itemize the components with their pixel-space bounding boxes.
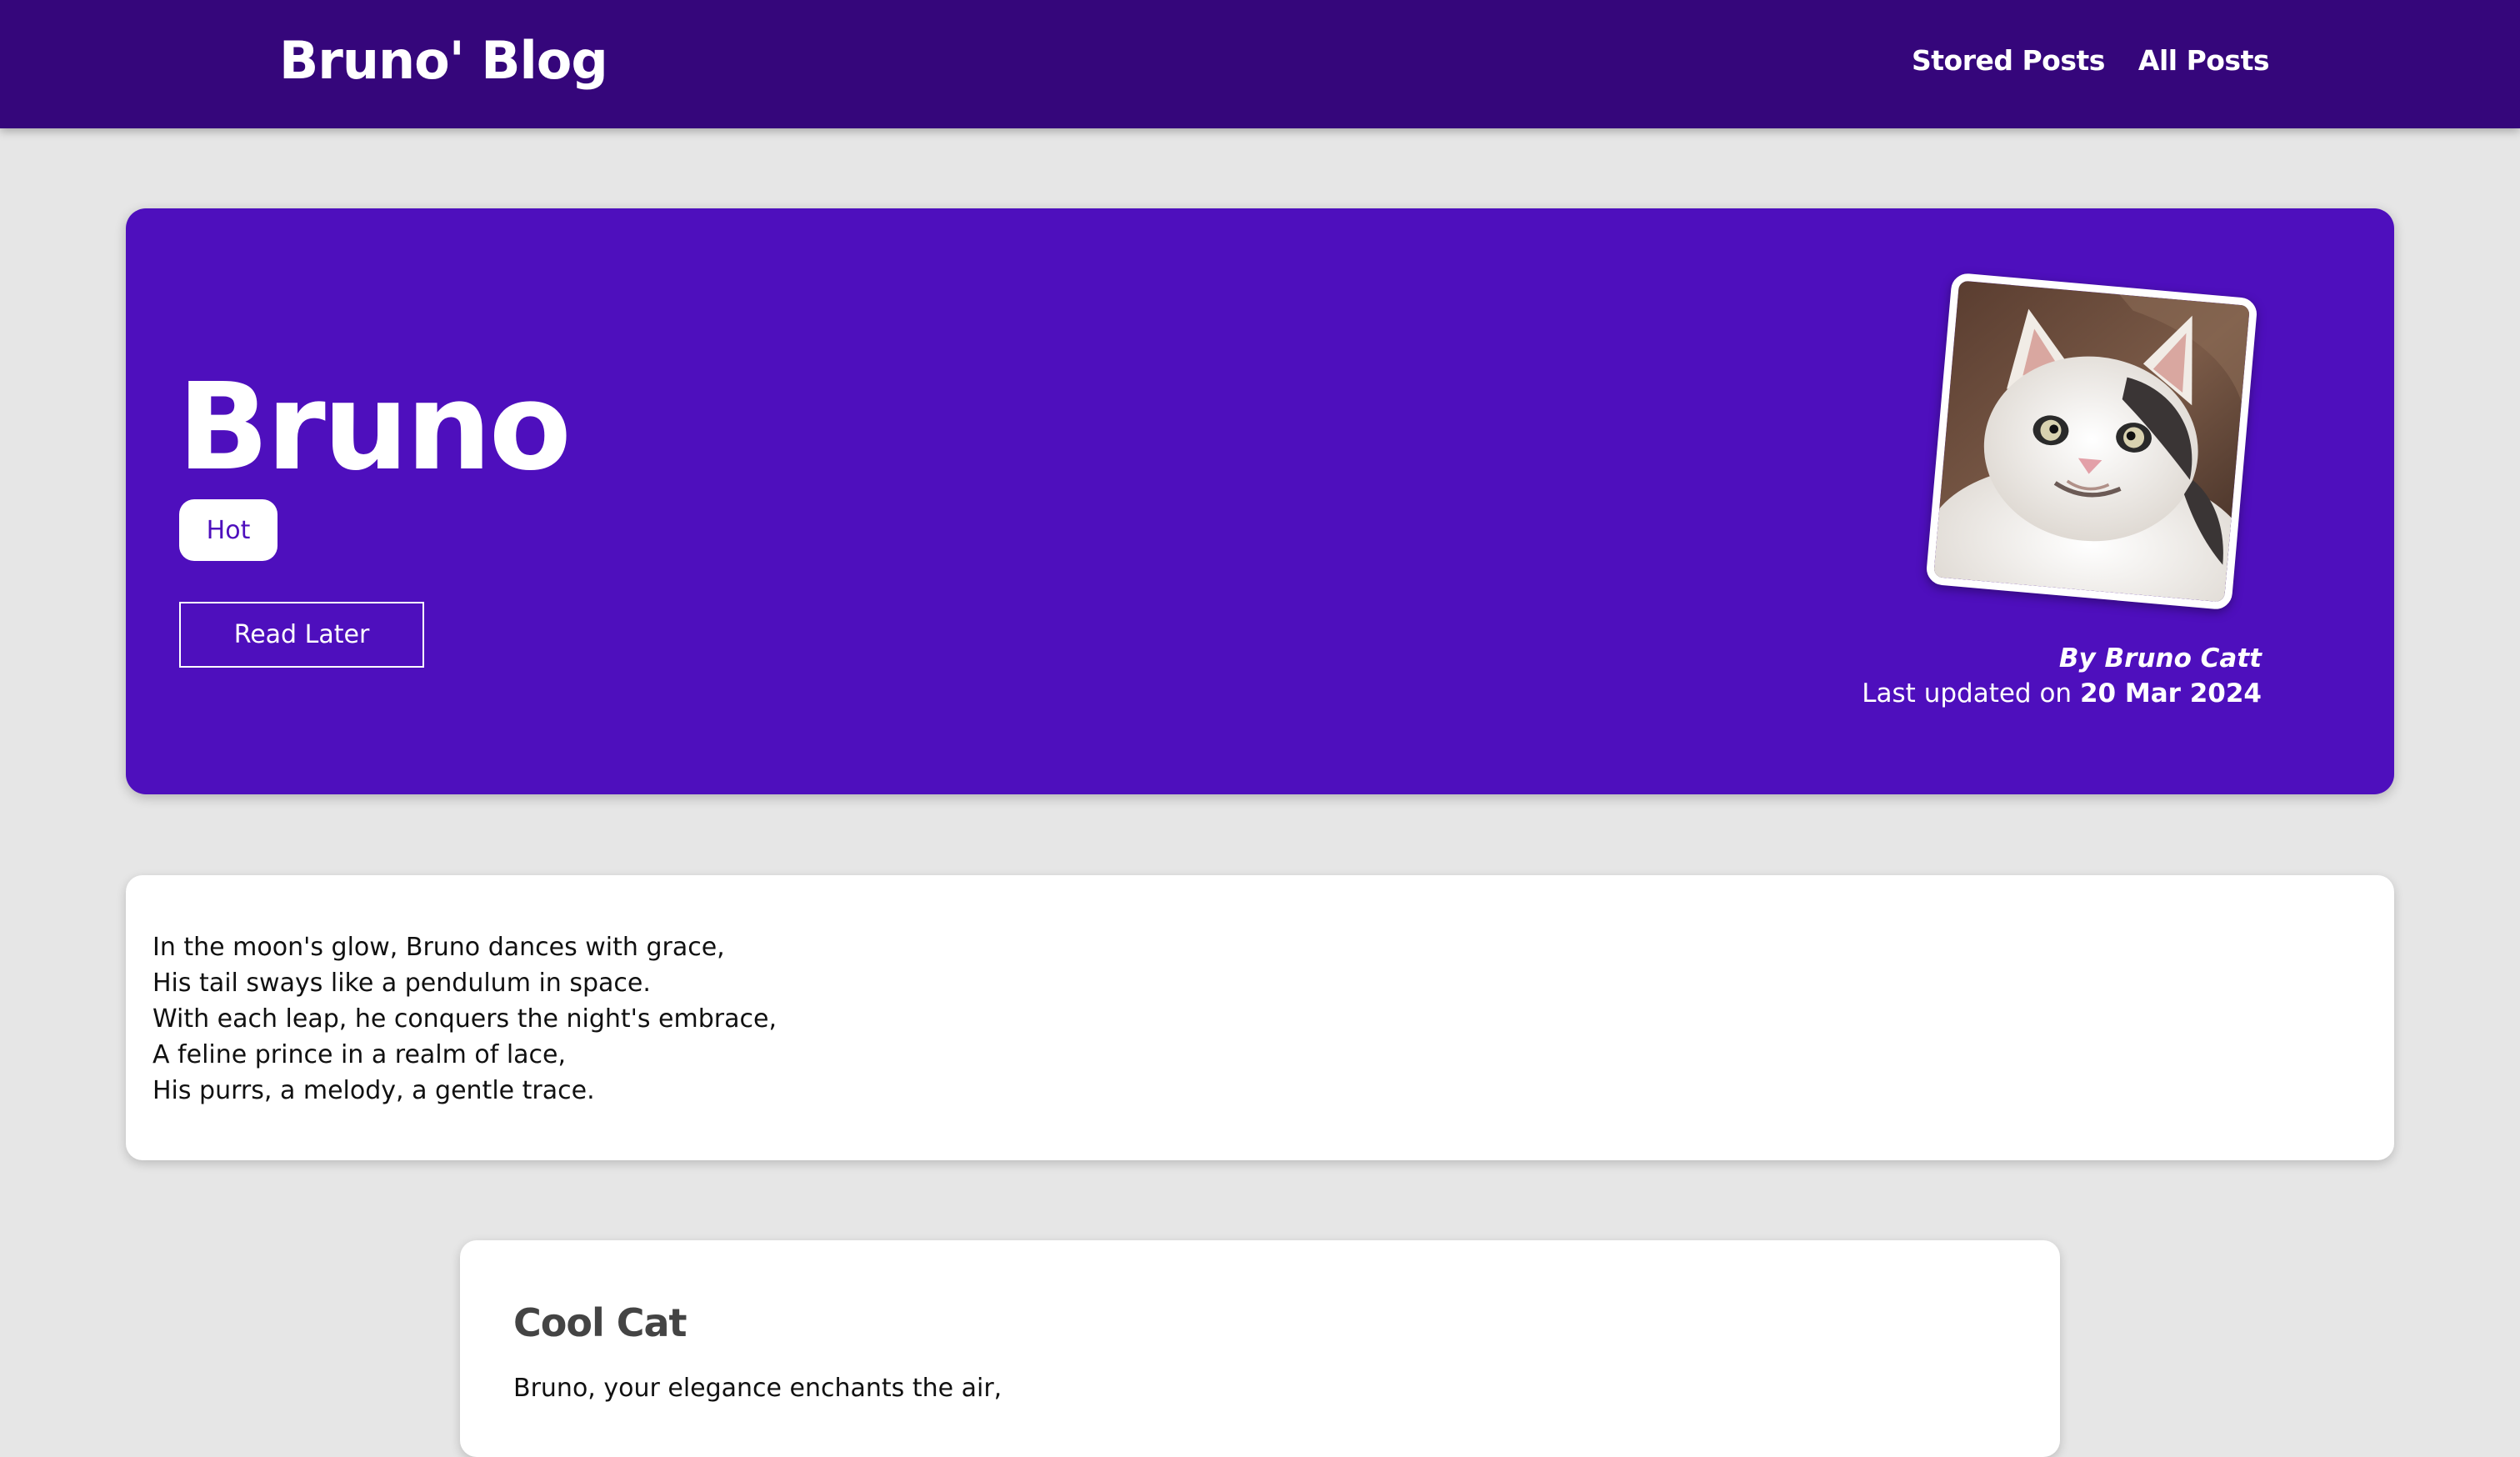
- updated-prefix: Last updated on: [1862, 678, 2072, 708]
- post-author: By Bruno Catt: [2058, 643, 2262, 673]
- nav-link-all-posts[interactable]: All Posts: [2138, 44, 2270, 77]
- navbar: Bruno' Blog Stored Posts All Posts: [0, 0, 2520, 128]
- site-brand-link[interactable]: Bruno' Blog: [279, 30, 608, 91]
- poem-line: His tail sways like a pendulum in space.: [152, 969, 651, 998]
- post-content-card: In the moon's glow, Bruno dances with gr…: [126, 875, 2394, 1160]
- poem-line: His purrs, a melody, a gentle trace.: [152, 1076, 595, 1105]
- post-hero: Bruno Hot Read Later By Bruno Catt Last …: [126, 208, 2394, 794]
- cat-photo-image: [1933, 280, 2250, 603]
- hot-tag-badge: Hot: [179, 499, 278, 561]
- read-later-button[interactable]: Read Later: [179, 602, 424, 668]
- poem-line: A feline prince in a realm of lace,: [152, 1040, 567, 1069]
- nav-link-stored-posts[interactable]: Stored Posts: [1912, 44, 2105, 77]
- related-post-excerpt: Bruno, your elegance enchants the air,: [513, 1374, 1002, 1403]
- cat-photo: [1925, 272, 2258, 611]
- poem-line: With each leap, he conquers the night's …: [152, 1004, 777, 1034]
- poem-line: In the moon's glow, Bruno dances with gr…: [152, 933, 725, 962]
- related-post-title: Cool Cat: [513, 1300, 688, 1345]
- post-title: Bruno: [178, 357, 572, 497]
- post-updated: Last updated on 20 Mar 2024: [1862, 678, 2262, 708]
- updated-date: 20 Mar 2024: [2079, 678, 2262, 708]
- related-post-card[interactable]: Cool Cat Bruno, your elegance enchants t…: [460, 1240, 2060, 1457]
- nav-links: Stored Posts All Posts: [1912, 44, 2269, 77]
